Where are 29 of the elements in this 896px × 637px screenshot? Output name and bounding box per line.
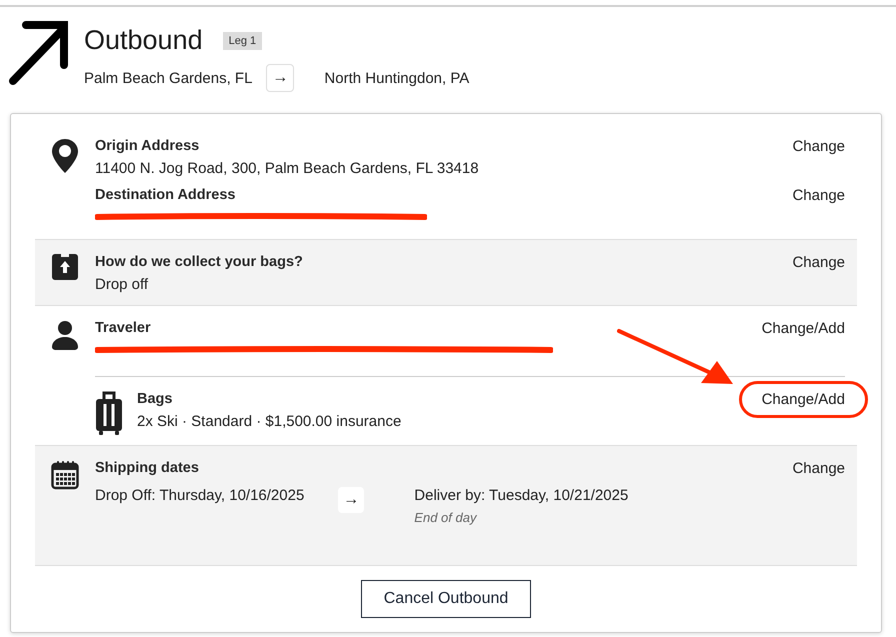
cancel-outbound-button[interactable]: Cancel Outbound — [360, 580, 532, 618]
arrow-up-right-icon — [8, 19, 68, 85]
leg-badge: Leg 1 — [222, 32, 262, 50]
drop-off-date: Drop Off: Thursday, 10/16/2025 — [95, 487, 304, 504]
section-label: Origin Address — [95, 138, 200, 154]
change-link[interactable]: Change — [792, 460, 845, 477]
origin-city: Palm Beach Gardens, FL — [84, 70, 252, 86]
change-link[interactable]: Change — [792, 254, 845, 271]
change-link[interactable]: Change/Add — [762, 320, 845, 337]
section-label: How do we collect your bags? — [95, 254, 303, 270]
page-title: Outbound — [84, 25, 203, 56]
destination-city: North Huntingdon, PA — [324, 70, 470, 86]
delivery-note: End of day — [414, 510, 478, 525]
change-link[interactable]: Change/Add — [738, 381, 868, 418]
delivery-date: Deliver by: Tuesday, 10/21/2025 — [414, 487, 628, 504]
calendar-icon — [51, 460, 79, 490]
change-link[interactable]: Change — [792, 187, 845, 204]
section-value: 11400 N. Jog Road, 300, Palm Beach Gardens, FL 33418 — [95, 160, 479, 177]
bags-label: Bags — [137, 391, 174, 407]
change-link[interactable]: Change — [792, 138, 845, 155]
box-upload-icon — [52, 254, 78, 280]
bags-value: 2x Ski · Standard · $1,500.00 insurance — [137, 413, 402, 430]
section-value: Drop off — [95, 276, 150, 293]
person-icon — [51, 320, 79, 350]
suitcase-icon — [95, 391, 123, 435]
section-label: Destination Address — [95, 187, 236, 203]
location-pin-icon — [51, 138, 79, 174]
section-label: Traveler — [95, 320, 152, 336]
section-label: Shipping dates — [95, 460, 199, 476]
